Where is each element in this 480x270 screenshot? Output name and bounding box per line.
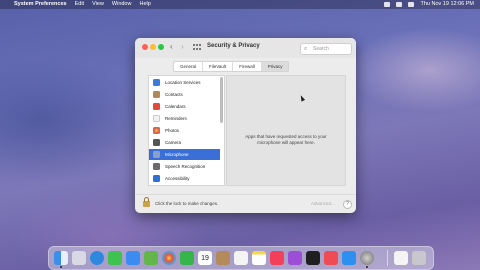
tab-bar: General FileVault Firewall Privacy <box>173 61 290 72</box>
tab-privacy[interactable]: Privacy <box>261 62 289 71</box>
forward-icon[interactable]: › <box>181 42 184 51</box>
security-privacy-window: ‹ › Security & Privacy ⌕ Search General … <box>135 38 356 213</box>
advanced-button[interactable]: Advanced... <box>311 201 335 206</box>
reminders-icon[interactable] <box>234 251 248 265</box>
sidebar-item-label: Camera <box>165 140 182 145</box>
contacts-icon <box>153 91 160 98</box>
calendar-icon <box>153 103 160 110</box>
messages-icon[interactable] <box>108 251 122 265</box>
tab-general[interactable]: General <box>174 62 204 71</box>
sidebar-item-label: Microphone <box>165 152 189 157</box>
sidebar-item-microphone[interactable]: Microphone <box>149 149 220 160</box>
camera-icon <box>153 139 160 146</box>
menu-window[interactable]: Window <box>112 0 132 9</box>
menu-view[interactable]: View <box>92 0 104 9</box>
safari-icon[interactable] <box>90 251 104 265</box>
maps-icon[interactable] <box>144 251 158 265</box>
apple-tv-icon[interactable] <box>306 251 320 265</box>
launchpad-icon[interactable] <box>72 251 86 265</box>
sidebar-item-label: Location Services <box>165 80 201 85</box>
tab-firewall[interactable]: Firewall <box>233 62 262 71</box>
app-store-icon[interactable] <box>342 251 356 265</box>
finder-icon[interactable] <box>54 251 68 265</box>
footer-divider <box>135 194 356 195</box>
minimize-button[interactable] <box>150 44 156 50</box>
lock-instruction: Click the lock to make changes. <box>155 201 219 206</box>
dock: 19 <box>48 246 434 270</box>
sidebar-item-location-services[interactable]: Location Services <box>149 77 220 88</box>
facetime-icon[interactable] <box>180 251 194 265</box>
sidebar-item-contacts[interactable]: Contacts <box>149 89 220 100</box>
window-title: Security & Privacy <box>207 43 260 49</box>
sidebar-item-label: Accessibility <box>165 176 190 181</box>
lock-icon[interactable] <box>143 197 150 207</box>
system-preferences-icon[interactable] <box>360 251 374 265</box>
app-menu[interactable]: System Preferences <box>14 0 67 9</box>
menu-bar: System Preferences Edit View Window Help… <box>0 0 480 9</box>
search-field[interactable]: ⌕ Search <box>300 43 352 55</box>
sidebar-item-label: Speech Recognition <box>165 164 206 169</box>
mail-icon[interactable] <box>126 251 140 265</box>
sidebar-item-reminders[interactable]: Reminders <box>149 113 220 124</box>
news-icon[interactable] <box>324 251 338 265</box>
calendar-icon[interactable]: 19 <box>198 251 212 265</box>
app-permission-panel: Apps that have requested access to your … <box>226 75 346 186</box>
speech-recognition-icon <box>153 163 160 170</box>
search-placeholder: Search <box>313 46 329 52</box>
help-button[interactable]: ? <box>343 200 352 209</box>
privacy-category-list[interactable]: Location Services Contacts Calendars Rem… <box>148 75 225 186</box>
location-icon <box>153 79 160 86</box>
running-indicator <box>60 266 62 268</box>
contacts-icon[interactable] <box>216 251 230 265</box>
sidebar-item-accessibility[interactable]: Accessibility <box>149 173 220 184</box>
back-icon[interactable]: ‹ <box>170 42 173 51</box>
mouse-cursor-icon <box>298 94 306 102</box>
trash-icon[interactable] <box>412 251 426 265</box>
title-bar: ‹ › Security & Privacy ⌕ Search <box>135 38 356 58</box>
tab-filevault[interactable]: FileVault <box>203 62 234 71</box>
running-indicator <box>366 266 368 268</box>
notes-icon[interactable] <box>252 251 266 265</box>
accessibility-icon <box>153 175 160 182</box>
music-icon[interactable] <box>270 251 284 265</box>
sidebar-scrollbar[interactable] <box>220 77 223 123</box>
search-icon: ⌕ <box>304 46 308 52</box>
microphone-icon <box>153 151 160 158</box>
sidebar-item-photos[interactable]: Photos <box>149 125 220 136</box>
reminders-icon <box>153 115 160 122</box>
podcasts-icon[interactable] <box>288 251 302 265</box>
sidebar-item-calendars[interactable]: Calendars <box>149 101 220 112</box>
dock-separator <box>387 250 388 266</box>
sidebar-item-label: Calendars <box>165 104 186 109</box>
menu-edit[interactable]: Edit <box>75 0 84 9</box>
photos-icon[interactable] <box>162 251 176 265</box>
menu-help[interactable]: Help <box>139 0 150 9</box>
sidebar-item-label: Contacts <box>165 92 183 97</box>
close-button[interactable] <box>142 44 148 50</box>
sidebar-item-label: Reminders <box>165 116 187 121</box>
sidebar-item-label: Photos <box>165 128 180 133</box>
sidebar-item-camera[interactable]: Camera <box>149 137 220 148</box>
photos-icon <box>153 127 160 134</box>
wifi-icon[interactable] <box>384 2 391 7</box>
sidebar-item-speech-recognition[interactable]: Speech Recognition <box>149 161 220 172</box>
empty-state-message: Apps that have requested access to your … <box>245 134 327 145</box>
document-icon[interactable] <box>394 251 408 265</box>
menubar-clock[interactable]: Thu Nov 19 12:06 PM <box>420 0 474 9</box>
control-center-icon[interactable] <box>408 2 415 7</box>
show-all-grid-icon[interactable] <box>193 44 201 51</box>
search-icon[interactable] <box>396 2 403 7</box>
zoom-button[interactable] <box>158 44 164 50</box>
